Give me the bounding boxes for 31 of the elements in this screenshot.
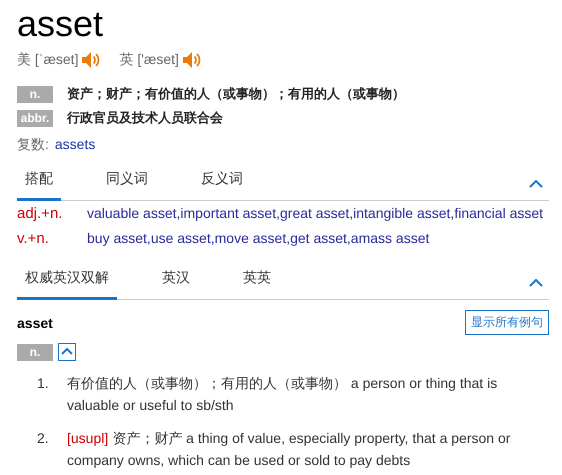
tab[interactable]: 搭配	[17, 170, 61, 201]
definition-number: 2.	[36, 429, 50, 448]
tab[interactable]: 同义词	[98, 170, 156, 201]
collocation-pattern: v.+n.	[17, 229, 50, 249]
pos-tag: abbr.	[17, 110, 53, 126]
collocation-pattern: adj.+n.	[17, 204, 64, 224]
collocation-examples: buy asset,use asset,move asset,get asset,amass asset	[87, 229, 430, 248]
definition-text: 有价值的人（或事物）；有用的人（或事物） a person or thing that is valuable or useful to sb/sth	[67, 374, 498, 415]
definition-number: 1.	[36, 374, 50, 393]
plural-link[interactable]: assets	[54, 136, 96, 152]
plural-label: 复数:	[17, 136, 49, 152]
definition-text: [usupl] 资产；财产 a thing of value, especially property, that a person or company owns, which can be used or sold to pay debts	[67, 429, 512, 470]
collapse-icon[interactable]	[529, 278, 543, 286]
collocation-examples: valuable asset,important asset,great asset,intangible asset,financial asset	[87, 204, 544, 223]
tab[interactable]: 英英	[235, 269, 279, 300]
speaker-icon[interactable]	[81, 50, 102, 70]
tab[interactable]: 英汉	[154, 269, 198, 300]
collapse-icon[interactable]	[529, 178, 543, 188]
collapse-icon[interactable]	[58, 343, 76, 361]
pos-tag: n.	[17, 86, 53, 102]
tab[interactable]: 反义词	[193, 170, 251, 201]
pronunciation: 英 ['æset]	[119, 51, 179, 69]
tab[interactable]: 权威英汉双解	[17, 269, 117, 300]
meaning-text: 行政官员及技术人员联合会	[67, 109, 223, 127]
speaker-icon[interactable]	[182, 50, 202, 70]
pronunciation: 美 [ˈæset]	[17, 51, 78, 69]
entry-word: asset	[17, 314, 53, 330]
headword: asset	[17, 2, 104, 46]
pos-tag: n.	[17, 344, 53, 360]
meaning-text: 资产；财产；有价值的人（或事物）；有用的人（或事物）	[67, 85, 405, 103]
show-examples-button[interactable]: 显示所有例句	[465, 310, 549, 335]
